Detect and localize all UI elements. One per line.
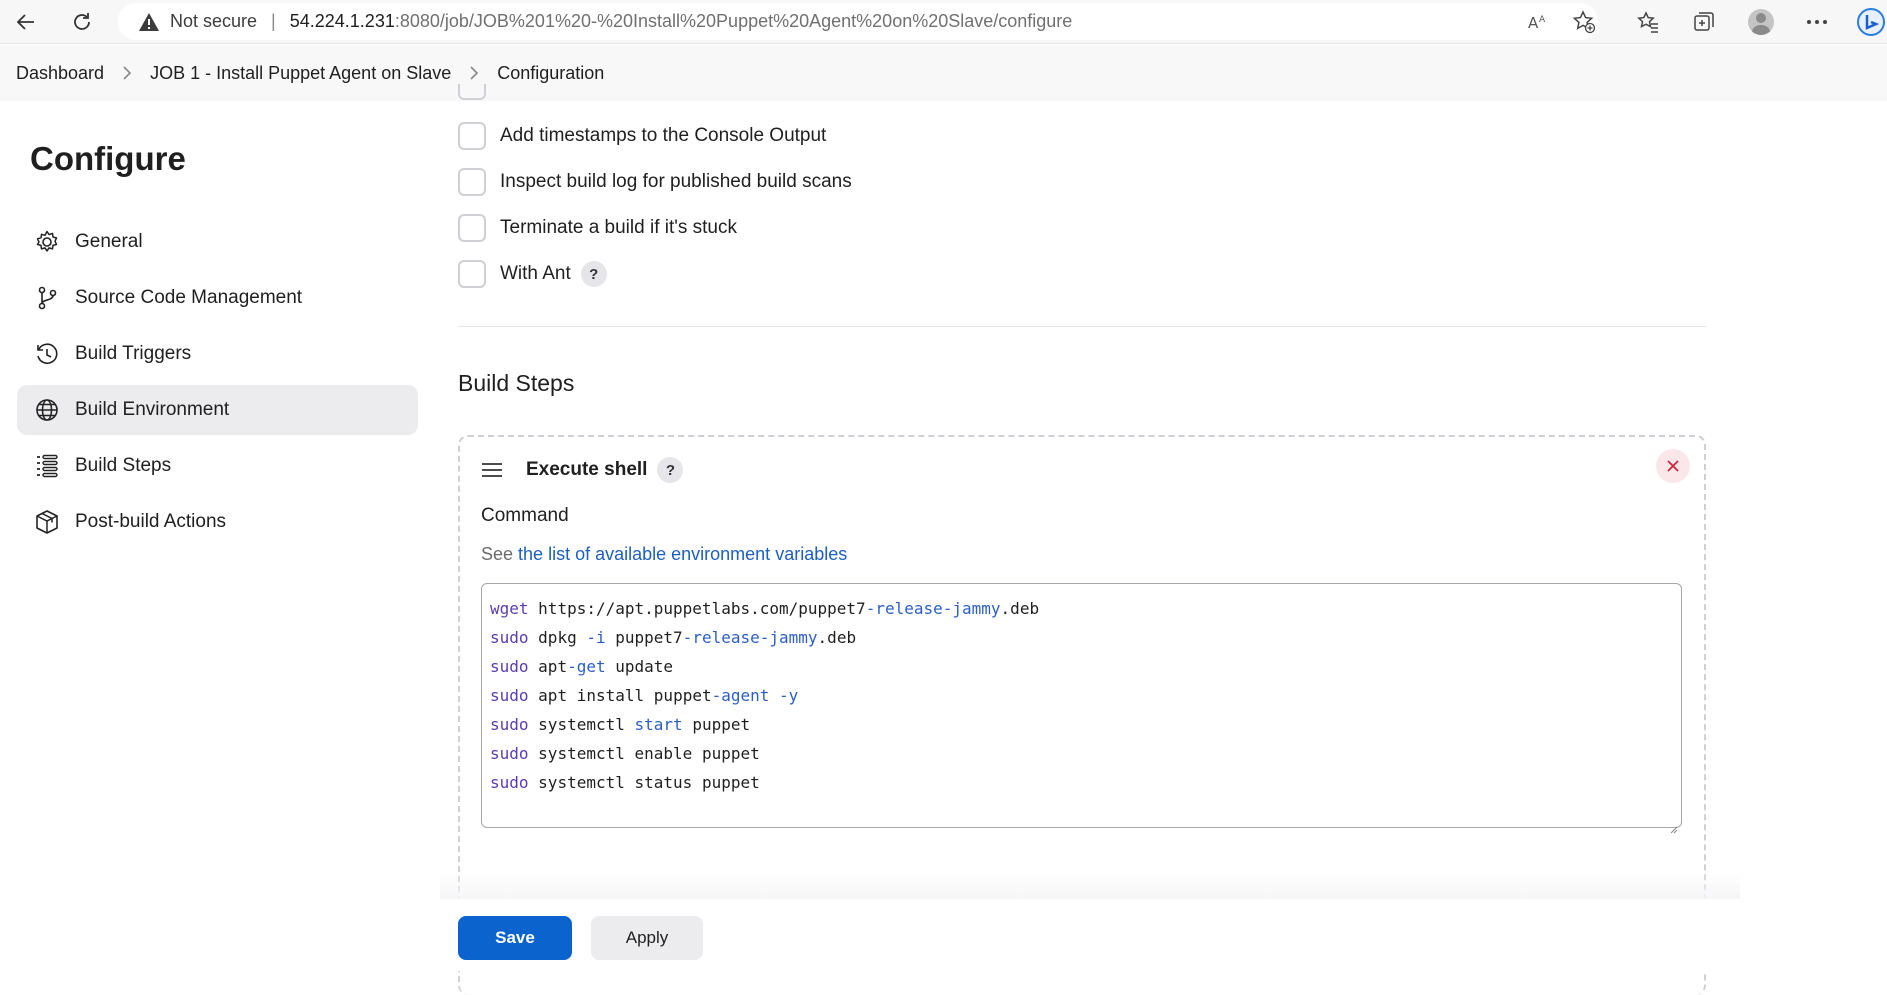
breadcrumb: Dashboard JOB 1 - Install Puppet Agent o… [0, 45, 1887, 101]
sidebar-item-label: Source Code Management [75, 287, 303, 308]
copilot-icon [1857, 8, 1885, 36]
chevron-right-icon [122, 66, 132, 80]
svg-text:A: A [1528, 14, 1539, 32]
option-terminate-stuck[interactable]: Terminate a build if it's stuck [458, 205, 852, 251]
timestamps-checkbox[interactable] [458, 122, 486, 150]
address-bar[interactable]: Not secure | 54.224.1.231 :8080/job/JOB%… [118, 3, 1598, 40]
step-title: Execute shell [526, 459, 648, 480]
bottom-shadow [440, 870, 1740, 900]
profile-button[interactable] [1745, 6, 1777, 38]
not-secure-label: Not secure [170, 11, 258, 31]
collections-icon [1694, 12, 1714, 31]
sidebar-item-build-environment[interactable]: Build Environment [17, 385, 418, 435]
list-icon [33, 452, 61, 480]
svg-text:A: A [1539, 15, 1546, 25]
url-path: :8080/job/JOB%201%20-%20Install%20Puppet… [394, 11, 1073, 31]
sidebar-item-label: General [75, 231, 143, 252]
option-label: With Ant [500, 263, 571, 284]
section-divider [458, 326, 1706, 327]
option-inspect-build-log[interactable]: Inspect build log for published build sc… [458, 159, 852, 205]
browser-toolbar: Not secure | 54.224.1.231 :8080/job/JOB%… [0, 0, 1887, 44]
code-line: wget https://apt.puppetlabs.com/puppet7-… [490, 599, 1040, 618]
sidebar-item-post-build-actions[interactable]: Post-build Actions [17, 497, 418, 547]
code-line: sudo systemctl status puppet [490, 773, 760, 792]
chevron-right-icon [469, 66, 479, 80]
breadcrumb-dashboard[interactable]: Dashboard [16, 63, 104, 84]
refresh-button[interactable] [66, 6, 98, 38]
partially-hidden-checkbox[interactable] [458, 84, 486, 100]
remove-step-button[interactable] [1656, 449, 1690, 483]
step-header: Execute shell ? [482, 457, 684, 483]
refresh-icon [74, 13, 90, 30]
more-dots-icon [1807, 20, 1827, 24]
branch-icon [33, 284, 61, 312]
sidebar-item-build-triggers[interactable]: Build Triggers [17, 329, 418, 379]
env-vars-hint: See the list of available environment va… [481, 544, 847, 565]
clock-icon [33, 340, 61, 368]
option-label: Terminate a build if it's stuck [500, 217, 737, 238]
copilot-button[interactable] [1855, 6, 1887, 38]
option-with-ant[interactable]: With Ant ? [458, 251, 852, 297]
command-label: Command [481, 505, 569, 526]
sidebar-item-label: Build Steps [75, 455, 172, 476]
add-favorite-button[interactable] [1568, 6, 1600, 38]
option-label: Add timestamps to the Console Output [500, 125, 827, 146]
sidebar-item-general[interactable]: General [17, 217, 418, 267]
sidebar-item-source-code-management[interactable]: Source Code Management [17, 273, 418, 323]
option-label: Inspect build log for published build sc… [500, 171, 852, 192]
see-prefix: See [481, 544, 514, 564]
option-timestamps[interactable]: Add timestamps to the Console Output [458, 113, 852, 159]
terminate-stuck-checkbox[interactable] [458, 214, 486, 242]
breadcrumb-configuration[interactable]: Configuration [497, 63, 604, 84]
with-ant-checkbox[interactable] [458, 260, 486, 288]
resize-handle-icon[interactable] [1668, 814, 1678, 834]
globe-icon [33, 396, 61, 424]
page-title: Configure [30, 140, 186, 177]
command-textarea[interactable]: wget https://apt.puppetlabs.com/puppet7-… [481, 583, 1682, 834]
with-ant-help-icon[interactable]: ? [580, 261, 607, 287]
favorites-icon [1637, 11, 1658, 33]
save-button[interactable]: Save [458, 916, 572, 960]
build-steps-heading: Build Steps [458, 370, 575, 396]
close-icon [1667, 460, 1679, 472]
sidebar-item-build-steps[interactable]: Build Steps [17, 441, 418, 491]
apply-button[interactable]: Apply [591, 916, 703, 960]
avatar [1748, 9, 1774, 35]
sidebar-item-label: Post-build Actions [75, 511, 227, 532]
favorites-button[interactable] [1632, 6, 1664, 38]
address-separator: | [271, 11, 276, 31]
code-line: sudo apt install puppet-agent -y [490, 686, 799, 705]
drag-handle-icon[interactable] [482, 463, 502, 477]
sidebar-nav: General Source Code Management Build Tri… [17, 217, 418, 553]
collections-button[interactable] [1688, 6, 1720, 38]
url-host: 54.224.1.231 [289, 11, 395, 31]
inspect-build-log-checkbox[interactable] [458, 168, 486, 196]
sidebar-item-label: Build Environment [75, 399, 230, 420]
code-line: sudo systemctl enable puppet [490, 744, 760, 763]
star-add-icon [1572, 10, 1596, 34]
gear-icon [33, 228, 61, 256]
breadcrumb-job[interactable]: JOB 1 - Install Puppet Agent on Slave [150, 63, 451, 84]
warning-icon [138, 12, 160, 32]
package-icon [33, 508, 61, 536]
bottom-action-bar [0, 899, 1887, 971]
more-menu-button[interactable] [1801, 6, 1833, 38]
back-arrow-icon [16, 14, 34, 30]
build-environment-options: Add timestamps to the Console Output Ins… [458, 113, 852, 297]
back-button[interactable] [10, 6, 42, 38]
env-vars-link[interactable]: the list of available environment variab… [518, 544, 847, 564]
read-aloud-button[interactable]: AA [1522, 6, 1554, 38]
code-line: sudo dpkg -i puppet7-release-jammy.deb [490, 628, 857, 647]
read-aloud-icon: AA [1528, 14, 1546, 32]
sidebar-item-label: Build Triggers [75, 343, 192, 364]
execute-shell-help-icon[interactable]: ? [657, 457, 684, 483]
code-line: sudo systemctl start puppet [490, 715, 751, 734]
code-line: sudo apt-get update [490, 657, 674, 676]
